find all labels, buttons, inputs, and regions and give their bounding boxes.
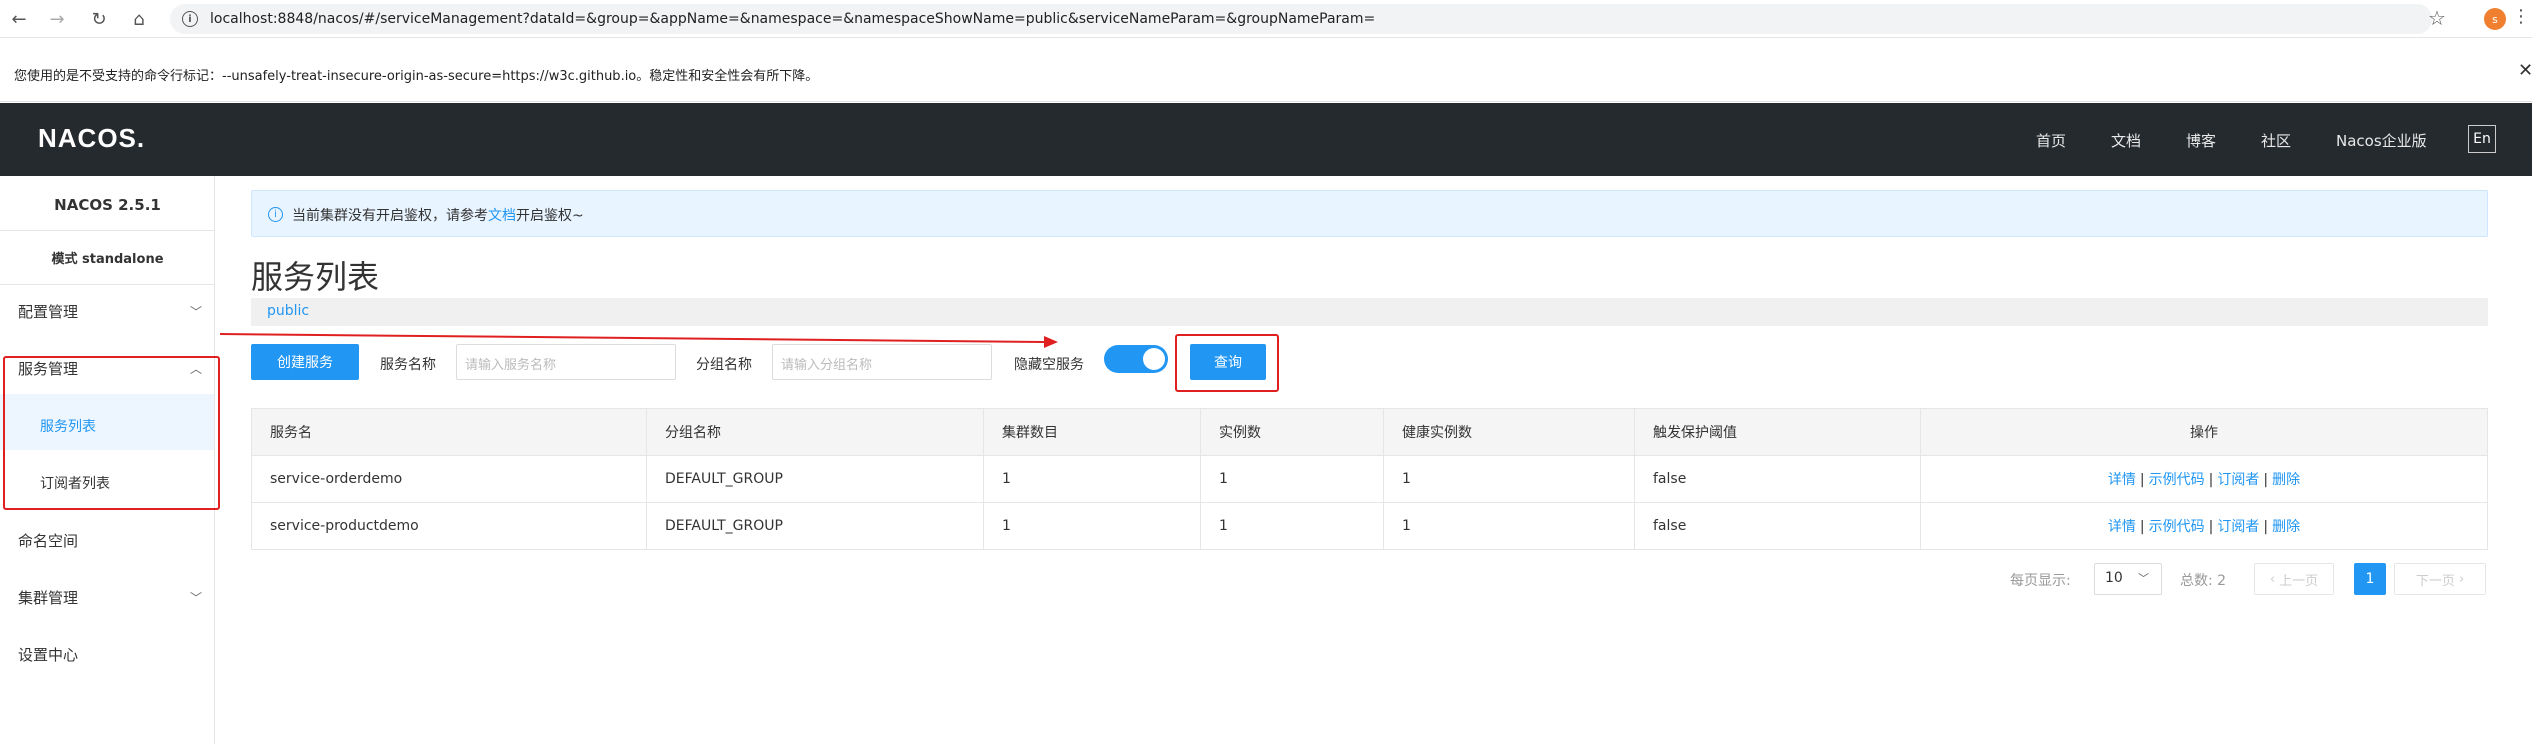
service-name-label: 服务名称 <box>380 357 436 373</box>
sidebar-divider <box>0 230 215 231</box>
warning-text: 您使用的是不受支持的命令行标记：--unsafely-treat-insecur… <box>14 69 819 84</box>
chevron-down-icon: ﹀ <box>190 305 203 319</box>
cell-instance-count: 1 <box>1200 455 1384 503</box>
app-header: NACOS. 首页 文档 博客 社区 Nacos企业版 En <box>0 103 2532 176</box>
sidebar-item-namespace[interactable]: 命名空间 <box>18 530 78 551</box>
version-label: NACOS 2.5.1 <box>54 196 161 214</box>
subscriber-link[interactable]: 订阅者 <box>2217 472 2259 488</box>
group-name-label: 分组名称 <box>696 357 752 373</box>
subscriber-link[interactable]: 订阅者 <box>2217 519 2259 535</box>
cell-protect-threshold: false <box>1634 502 1921 550</box>
mode-label: 模式 standalone <box>51 252 164 267</box>
namespace-bar: public <box>251 298 2488 326</box>
browser-toolbar: ← → ↻ ⌂ localhost:8848/nacos/#/serviceMa… <box>0 0 2532 38</box>
group-name-input[interactable]: 请输入分组名称 <box>772 344 992 380</box>
warning-infobar: 您使用的是不受支持的命令行标记：--unsafely-treat-insecur… <box>0 38 2532 102</box>
url-text: localhost:8848/nacos/#/serviceManagement… <box>210 11 1376 27</box>
table-row: service-orderdemo DEFAULT_GROUP 1 1 1 fa… <box>251 455 2488 503</box>
column-header: 集群数目 <box>983 408 1201 456</box>
service-table: 服务名 分组名称 集群数目 实例数 健康实例数 触发保护阈值 操作 servic… <box>251 408 2488 550</box>
reload-icon[interactable]: ↻ <box>86 6 112 32</box>
per-page-label: 每页显示: <box>2010 573 2071 589</box>
chevron-down-icon: ﹀ <box>190 591 203 605</box>
annotation-red-box <box>3 356 220 510</box>
cell-healthy-count: 1 <box>1383 455 1635 503</box>
cell-group-name: DEFAULT_GROUP <box>646 502 984 550</box>
cell-service-name: service-orderdemo <box>251 455 647 503</box>
annotation-arrow-line <box>219 333 1045 343</box>
forward-icon[interactable]: → <box>44 6 70 32</box>
language-button[interactable]: En <box>2468 125 2496 153</box>
close-icon[interactable]: ✕ <box>2518 60 2532 81</box>
page-title: 服务列表 <box>251 258 380 296</box>
sidebar-item-cluster[interactable]: 集群管理 <box>18 587 78 608</box>
docs-link[interactable]: 文档 <box>488 208 516 224</box>
nav-blog[interactable]: 博客 <box>2186 130 2216 151</box>
page-size-select[interactable]: 10 <box>2094 563 2162 595</box>
annotation-arrow-head <box>1044 336 1058 348</box>
page-1-button[interactable]: 1 <box>2354 563 2386 595</box>
address-bar[interactable]: localhost:8848/nacos/#/serviceManagement… <box>170 4 2432 34</box>
annotation-red-box <box>1175 334 1279 392</box>
column-header: 操作 <box>1920 408 2488 456</box>
info-icon: i <box>268 207 283 222</box>
service-name-input[interactable]: 请输入服务名称 <box>456 344 676 380</box>
detail-link[interactable]: 详情 <box>2108 519 2136 535</box>
alert-text: 当前集群没有开启鉴权，请参考文档开启鉴权~ <box>292 208 584 224</box>
hide-empty-toggle[interactable] <box>1104 345 1168 373</box>
nav-community[interactable]: 社区 <box>2261 130 2291 151</box>
sample-code-link[interactable]: 示例代码 <box>2149 519 2205 535</box>
cell-service-name: service-productdemo <box>251 502 647 550</box>
nav-home[interactable]: 首页 <box>2036 130 2066 151</box>
profile-avatar[interactable]: s <box>2484 8 2506 30</box>
next-page-button[interactable]: 下一页 › <box>2394 563 2486 595</box>
nav-enterprise[interactable]: Nacos企业版 <box>2336 130 2427 151</box>
delete-link[interactable]: 删除 <box>2272 472 2300 488</box>
sidebar-item-config[interactable]: 配置管理 <box>18 301 78 322</box>
detail-link[interactable]: 详情 <box>2108 472 2136 488</box>
cell-healthy-count: 1 <box>1383 502 1635 550</box>
nacos-logo[interactable]: NACOS. <box>38 123 145 154</box>
sample-code-link[interactable]: 示例代码 <box>2149 472 2205 488</box>
menu-icon[interactable]: ⋮ <box>2512 6 2530 27</box>
chevron-left-icon: ‹ <box>2269 571 2280 587</box>
table-row: service-productdemo DEFAULT_GROUP 1 1 1 … <box>251 502 2488 550</box>
cell-cluster-count: 1 <box>983 455 1201 503</box>
auth-alert: i 当前集群没有开启鉴权，请参考文档开启鉴权~ <box>251 190 2488 237</box>
table-header-row: 服务名 分组名称 集群数目 实例数 健康实例数 触发保护阈值 操作 <box>251 408 2488 456</box>
column-header: 实例数 <box>1200 408 1384 456</box>
cell-instance-count: 1 <box>1200 502 1384 550</box>
back-icon[interactable]: ← <box>6 6 32 32</box>
home-icon[interactable]: ⌂ <box>126 6 152 32</box>
chevron-right-icon: › <box>2454 571 2465 587</box>
sidebar-divider <box>0 284 215 285</box>
toggle-knob <box>1143 348 1165 370</box>
column-header: 触发保护阈值 <box>1634 408 1921 456</box>
namespace-tab-public[interactable]: public <box>267 303 309 319</box>
info-icon[interactable]: i <box>182 11 198 27</box>
sidebar-item-settings[interactable]: 设置中心 <box>18 644 78 665</box>
column-header: 服务名 <box>251 408 647 456</box>
column-header: 分组名称 <box>646 408 984 456</box>
hide-empty-label: 隐藏空服务 <box>1014 357 1084 373</box>
cell-cluster-count: 1 <box>983 502 1201 550</box>
delete-link[interactable]: 删除 <box>2272 519 2300 535</box>
cell-operations: 详情 | 示例代码 | 订阅者 | 删除 <box>1920 502 2488 550</box>
create-service-button[interactable]: 创建服务 <box>251 344 359 380</box>
prev-page-button[interactable]: ‹ 上一页 <box>2254 563 2334 595</box>
total-label: 总数: 2 <box>2180 573 2227 589</box>
cell-protect-threshold: false <box>1634 455 1921 503</box>
star-icon[interactable]: ☆ <box>2428 6 2446 30</box>
cell-operations: 详情 | 示例代码 | 订阅者 | 删除 <box>1920 455 2488 503</box>
nav-docs[interactable]: 文档 <box>2111 130 2141 151</box>
cell-group-name: DEFAULT_GROUP <box>646 455 984 503</box>
chevron-down-icon: ﹀ <box>2138 572 2149 585</box>
column-header: 健康实例数 <box>1383 408 1635 456</box>
